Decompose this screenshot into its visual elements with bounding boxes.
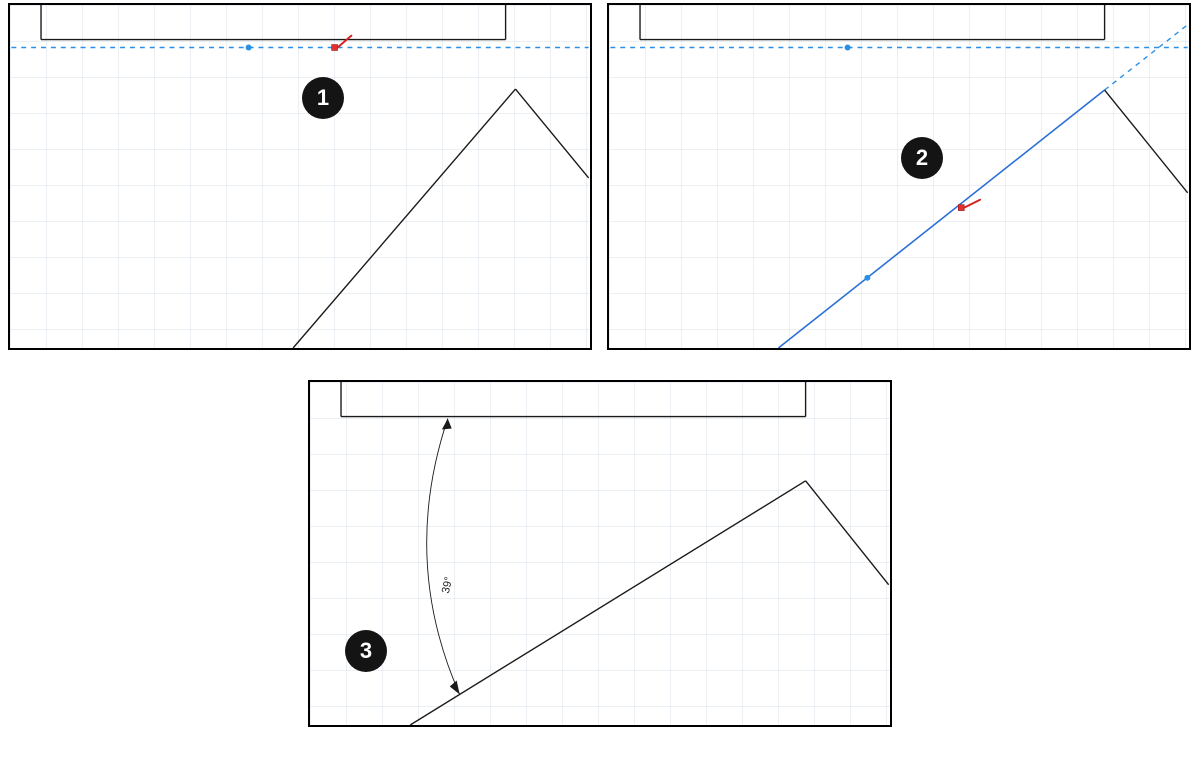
step-panel-1: 1 [8,3,592,350]
midpoint-dot-icon [246,45,252,51]
active-line [778,90,1104,348]
step-number: 2 [916,145,928,171]
triangle-right [1105,90,1188,193]
inference-dashed-diag [1105,25,1188,90]
step-number: 1 [317,85,329,111]
step-badge-3: 3 [345,630,387,672]
arrowhead-bottom-icon [450,681,460,695]
sketch-canvas-3 [310,382,890,725]
cursor-indicator-icon [338,36,352,48]
triangle-right [515,89,588,178]
sketch-canvas-1 [10,5,590,348]
triangle-left [293,89,515,348]
step-badge-2: 2 [901,137,943,179]
sketch-canvas-2 [609,5,1189,348]
triangle-left [410,481,805,725]
step-panel-3: 39° 3 [308,380,892,727]
step-number: 3 [360,638,372,664]
angle-arc [427,419,460,695]
step-panel-2: 2 [607,3,1191,350]
triangle-right [806,481,889,585]
midpoint-dot-d-icon [864,275,870,281]
cursor-indicator-icon [964,200,980,208]
midpoint-dot-h-icon [845,45,851,51]
step-badge-1: 1 [302,77,344,119]
